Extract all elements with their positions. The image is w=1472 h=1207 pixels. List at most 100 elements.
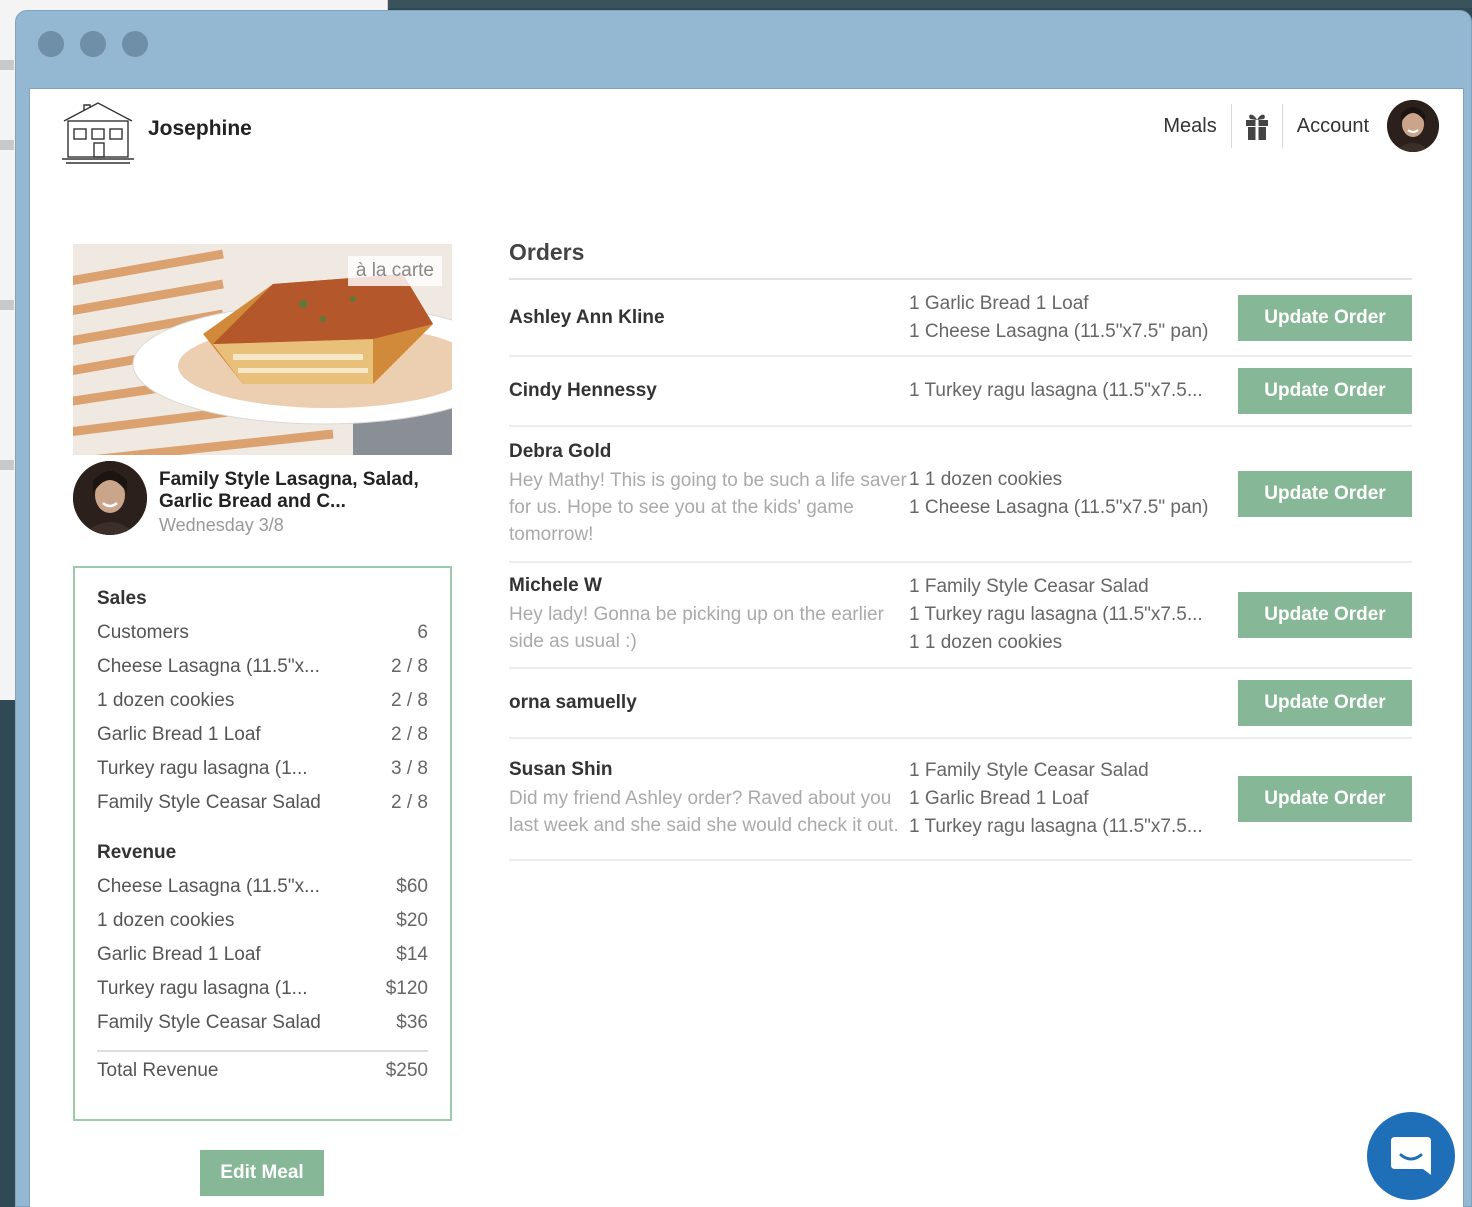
order-customer: Cindy Hennessy <box>509 380 909 402</box>
order-customer-name: Cindy Hennessy <box>509 380 657 401</box>
order-item: 1 Family Style Ceasar Salad <box>909 760 1149 781</box>
window-controls <box>38 31 148 57</box>
order-item: 1 1 dozen cookies <box>909 632 1063 653</box>
order-customer: Debra Gold Hey Mathy! This is going to be… <box>509 441 909 548</box>
revenue-item-label: 1 dozen cookies <box>97 910 235 931</box>
order-note: Hey lady! Gonna be picking up on the ear… <box>509 604 884 652</box>
order-items: 1 Turkey ragu lasagna (11.5"x7.5... <box>909 377 1235 405</box>
meal-title[interactable]: Family Style Lasagna, Salad, Garlic Brea… <box>159 469 459 513</box>
sales-item-label: Turkey ragu lasagna (1... <box>97 758 308 779</box>
meal-date: Wednesday 3/8 <box>159 515 284 535</box>
update-order-button[interactable]: Update Order <box>1238 294 1412 341</box>
browser-window: Josephine Meals Account à la carte Famil… <box>15 10 1472 1207</box>
revenue-row: 1 dozen cookies $20 <box>97 904 428 938</box>
total-revenue-value: $250 <box>385 1060 428 1081</box>
sales-item-value: 2 / 8 <box>391 792 428 813</box>
total-revenue-label: Total Revenue <box>97 1060 219 1081</box>
background-text-fragment <box>0 60 14 70</box>
sales-item-value: 3 / 8 <box>391 758 428 779</box>
background-text-fragment <box>0 300 14 310</box>
top-nav: Meals Account <box>1149 97 1439 155</box>
sales-row: Cheese Lasagna (11.5"x... 2 / 8 <box>97 650 428 684</box>
sales-heading: Sales <box>97 588 147 609</box>
edit-meal-button[interactable]: Edit Meal <box>200 1150 324 1196</box>
update-order-button[interactable]: Update Order <box>1238 592 1412 638</box>
chat-bubble-icon[interactable] <box>1367 1112 1455 1200</box>
revenue-item-value: $120 <box>385 978 428 999</box>
order-items: 1 1 dozen cookies 1 Cheese Lasagna (11.5"… <box>909 466 1235 522</box>
page: Josephine Meals Account à la carte Famil… <box>29 88 1464 1207</box>
order-item: 1 1 dozen cookies <box>909 469 1063 490</box>
order-item: 1 Turkey ragu lasagna (11.5"x7.5... <box>909 380 1203 401</box>
sales-row: Turkey ragu lasagna (1... 3 / 8 <box>97 752 428 786</box>
background-text-fragment <box>0 460 14 470</box>
sales-row: Customers 6 <box>97 616 428 650</box>
order-customer-name: Michele W <box>509 575 602 596</box>
account-link[interactable]: Account <box>1283 115 1383 138</box>
order-item: 1 Turkey ragu lasagna (11.5"x7.5... <box>909 816 1203 837</box>
sales-item-value: 2 / 8 <box>391 690 428 711</box>
order-customer: Susan Shin Did my friend Ashley order? Ra… <box>509 759 909 839</box>
revenue-row: Cheese Lasagna (11.5"x... $60 <box>97 870 428 904</box>
order-customer-name: Debra Gold <box>509 440 612 462</box>
order-customer: Ashley Ann Kline <box>509 307 909 329</box>
meal-info: Family Style Lasagna, Salad, Garlic Brea… <box>73 461 463 541</box>
header: Josephine Meals Account <box>30 89 1463 189</box>
order-note: Did my friend Ashley order? Raved about … <box>509 788 899 836</box>
host-avatar[interactable] <box>73 461 147 535</box>
orders-title: Orders <box>509 239 1412 280</box>
order-item: 1 Cheese Lasagna (11.5"x7.5" pan) <box>909 320 1209 342</box>
order-items: 1 Garlic Bread 1 Loaf 1 Cheese Lasagna (1… <box>909 290 1235 346</box>
order-row: Cindy Hennessy 1 Turkey ragu lasagna (11.… <box>509 357 1412 427</box>
order-row: Michele W Hey lady! Gonna be picking up o… <box>509 563 1412 669</box>
order-customer-name: Susan Shin <box>509 759 613 780</box>
sales-item-label: Family Style Ceasar Salad <box>97 792 321 813</box>
order-note: Hey Mathy! This is going to be such a li… <box>509 469 907 545</box>
meal-type-badge: à la carte <box>347 256 442 286</box>
orders-list: Ashley Ann Kline 1 Garlic Bread 1 Loaf 1 C… <box>509 280 1412 861</box>
revenue-item-label: Garlic Bread 1 Loaf <box>97 944 261 965</box>
revenue-item-label: Family Style Ceasar Salad <box>97 1012 321 1033</box>
revenue-item-value: $14 <box>396 944 428 965</box>
sales-summary-card: Sales Customers 6 Cheese Lasagna (11.5"x..… <box>73 566 452 1121</box>
order-customer-name: orna samuelly <box>509 692 637 713</box>
total-revenue-row: Total Revenue $250 <box>97 1050 428 1084</box>
maximize-window-button[interactable] <box>122 31 148 57</box>
close-window-button[interactable] <box>38 31 64 57</box>
order-customer: orna samuelly <box>509 692 909 714</box>
order-row: Debra Gold Hey Mathy! This is going to be… <box>509 427 1412 563</box>
meals-link[interactable]: Meals <box>1149 115 1230 138</box>
revenue-row: Family Style Ceasar Salad $36 <box>97 1006 428 1040</box>
sales-item-label: Cheese Lasagna (11.5"x... <box>97 656 320 677</box>
order-items: 1 Family Style Ceasar Salad 1 Turkey ragu… <box>909 573 1235 657</box>
house-logo-icon[interactable] <box>58 97 138 165</box>
sales-row: 1 dozen cookies 2 / 8 <box>97 684 428 718</box>
revenue-heading: Revenue <box>97 842 177 863</box>
orders-section: Orders Ashley Ann Kline 1 Garlic Bread 1 … <box>509 239 1412 861</box>
update-order-button[interactable]: Update Order <box>1238 368 1412 414</box>
revenue-row: Turkey ragu lasagna (1... $120 <box>97 972 428 1006</box>
sales-item-label: Customers <box>97 622 189 643</box>
brand-name[interactable]: Josephine <box>148 117 252 141</box>
minimize-window-button[interactable] <box>80 31 106 57</box>
meal-photo[interactable]: à la carte <box>73 244 452 455</box>
order-item: 1 Turkey ragu lasagna (11.5"x7.5... <box>909 604 1203 625</box>
update-order-button[interactable]: Update Order <box>1238 680 1412 726</box>
update-order-button[interactable]: Update Order <box>1238 471 1412 517</box>
sales-row: Garlic Bread 1 Loaf 2 / 8 <box>97 718 428 752</box>
revenue-item-label: Cheese Lasagna (11.5"x... <box>97 876 320 897</box>
order-customer-name: Ashley Ann Kline <box>509 306 665 328</box>
sales-item-value: 2 / 8 <box>391 656 428 677</box>
sales-item-value: 2 / 8 <box>391 724 428 745</box>
order-items: 1 Family Style Ceasar Salad 1 Garlic Brea… <box>909 757 1235 841</box>
revenue-item-value: $20 <box>396 910 428 931</box>
user-avatar[interactable] <box>1387 100 1439 152</box>
sales-item-label: Garlic Bread 1 Loaf <box>97 724 261 745</box>
order-item: 1 Cheese Lasagna (11.5"x7.5" pan) <box>909 497 1209 518</box>
background-strip <box>388 0 1472 8</box>
gift-icon[interactable] <box>1232 111 1282 141</box>
background-text-fragment <box>0 140 14 150</box>
update-order-button[interactable]: Update Order <box>1238 776 1412 822</box>
revenue-item-value: $36 <box>396 1012 428 1033</box>
order-row: Ashley Ann Kline 1 Garlic Bread 1 Loaf 1 C… <box>509 280 1412 357</box>
